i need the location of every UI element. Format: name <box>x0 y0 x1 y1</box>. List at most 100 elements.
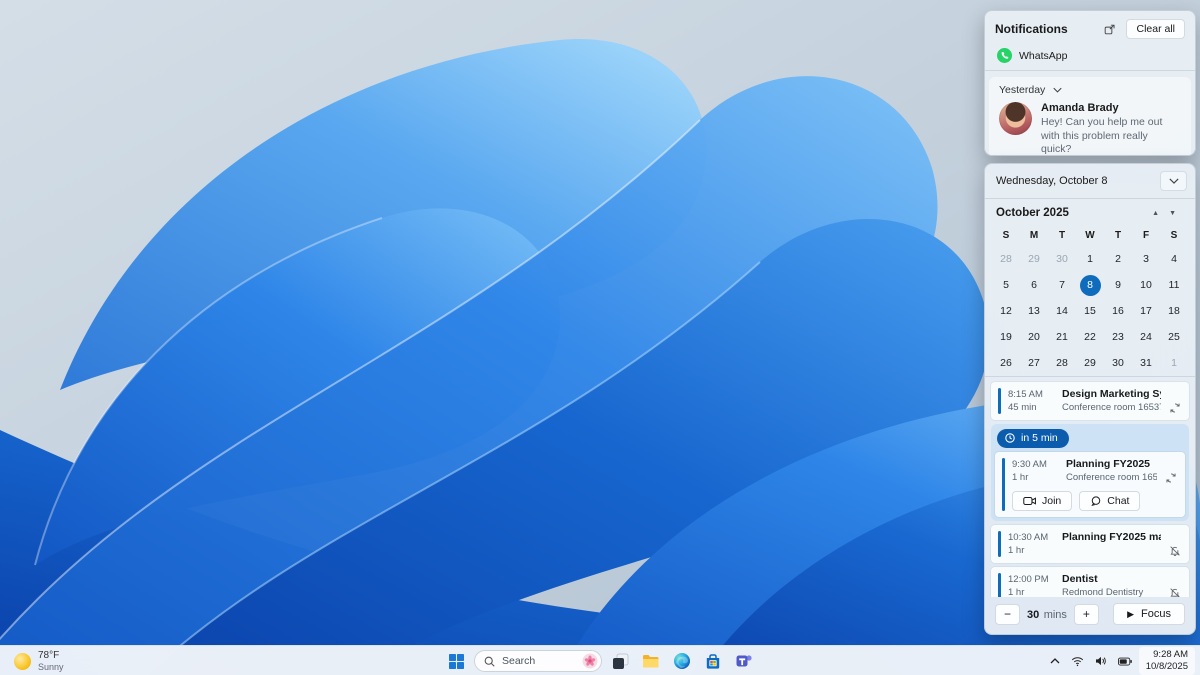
calendar-day-24[interactable]: 24 <box>1132 324 1160 350</box>
notification-settings-icon[interactable] <box>1100 20 1118 38</box>
month-next-icon[interactable]: ▼ <box>1164 208 1181 219</box>
agenda-duration: 1 hr <box>1008 545 1025 556</box>
calendar-day-3[interactable]: 3 <box>1132 246 1160 272</box>
weather-temp: 78°F <box>38 649 60 661</box>
calendar-day-23[interactable]: 23 <box>1104 324 1132 350</box>
tray-chevron-up-icon[interactable] <box>1046 654 1064 668</box>
calendar-day-29[interactable]: 29 <box>1076 350 1104 376</box>
calendar-day-10[interactable]: 10 <box>1132 272 1160 298</box>
agenda-title: Dentist <box>1062 573 1098 585</box>
calendar-day-21[interactable]: 21 <box>1048 324 1076 350</box>
calendar-day-25[interactable]: 25 <box>1160 324 1188 350</box>
notifications-header: Notifications Clear all <box>985 11 1195 45</box>
message-text: Hey! Can you help me out with this probl… <box>1041 116 1163 156</box>
calendar-day-16[interactable]: 16 <box>1104 298 1132 324</box>
calendar-day-1[interactable]: 1 <box>1076 246 1104 272</box>
calendar-day-31[interactable]: 31 <box>1132 350 1160 376</box>
calendar-month-label: October 2025 <box>996 207 1069 219</box>
clear-all-button[interactable]: Clear all <box>1126 19 1185 39</box>
calendar-day-13[interactable]: 13 <box>1020 298 1048 324</box>
calendar-day-20[interactable]: 20 <box>1020 324 1048 350</box>
notification-app-group[interactable]: WhatsApp <box>985 45 1195 70</box>
teams-button[interactable] <box>731 648 757 674</box>
calendar-day-4[interactable]: 4 <box>1160 246 1188 272</box>
focus-session-bar: − 30 mins + ▶ Focus <box>985 597 1195 634</box>
avatar <box>999 102 1032 135</box>
join-button[interactable]: Join <box>1012 491 1073 511</box>
calendar-grid: 28 29 30 1 2 3 4 5 6 7 8 9 10 11 12 13 14 15 16 17 18 19 20 21 2… <box>985 246 1195 376</box>
tray-date: 10/8/2025 <box>1145 661 1188 672</box>
sun-icon <box>14 652 31 670</box>
calendar-day-19[interactable]: 19 <box>992 324 1020 350</box>
camera-icon <box>1023 496 1037 506</box>
recurring-icon <box>1165 472 1177 484</box>
calendar-day-18[interactable]: 18 <box>1160 298 1188 324</box>
wifi-icon[interactable] <box>1067 652 1088 671</box>
edge-button[interactable] <box>669 648 695 674</box>
increase-duration-button[interactable]: + <box>1073 603 1099 625</box>
calendar-day-30[interactable]: 30 <box>1104 350 1132 376</box>
battery-icon[interactable] <box>1114 653 1136 670</box>
calendar-day-26[interactable]: 26 <box>992 350 1020 376</box>
tray-clock[interactable]: 9:28 AM 10/8/2025 <box>1138 646 1195 675</box>
notification-app-name: WhatsApp <box>1019 49 1068 62</box>
calendar-day-27[interactable]: 27 <box>1020 350 1048 376</box>
clock-icon <box>1004 432 1016 444</box>
agenda-duration: 1 hr <box>1008 587 1025 597</box>
calendar-day-22[interactable]: 22 <box>1076 324 1104 350</box>
desktop[interactable]: Notifications Clear all WhatsApp Yesterd… <box>0 0 1200 675</box>
calendar-dow: F <box>1142 229 1150 241</box>
taskbar: 78°F Sunny Search 9:28 AM 10/8/2025 <box>0 645 1200 675</box>
calendar-day-2[interactable]: 2 <box>1104 246 1132 272</box>
focus-duration-value: 30 <box>1027 609 1040 621</box>
notification-card[interactable]: Yesterday Amanda Brady Hey! Can you help… <box>989 77 1191 156</box>
agenda-item[interactable]: 10:30 AM Planning FY2025 marketing 1 hr <box>991 525 1189 563</box>
search-input[interactable]: Search <box>474 650 602 672</box>
file-explorer-button[interactable] <box>638 648 664 674</box>
weather-condition: Sunny <box>38 661 64 672</box>
tray-time: 9:28 AM <box>1153 648 1188 660</box>
start-button[interactable] <box>443 648 469 674</box>
calendar-day-9[interactable]: 9 <box>1104 272 1132 298</box>
agenda-location: Conference room 16537/AV <box>1066 472 1157 483</box>
calendar-day-17[interactable]: 17 <box>1132 298 1160 324</box>
calendar-day-6[interactable]: 6 <box>1020 272 1048 298</box>
calendar-dow: T <box>1114 229 1122 241</box>
calendar-day-7[interactable]: 7 <box>1048 272 1076 298</box>
agenda-item[interactable]: 8:15 AM Design Marketing Sync 45 min Confer… <box>991 382 1189 420</box>
calendar-day-14[interactable]: 14 <box>1048 298 1076 324</box>
play-icon: ▶ <box>1127 608 1135 619</box>
month-prev-icon[interactable]: ▲ <box>1147 208 1164 219</box>
calendar-day-1[interactable]: 1 <box>1160 350 1188 376</box>
calendar-day-8[interactable]: 8 <box>1076 272 1104 298</box>
message-sender: Amanda Brady <box>1041 102 1119 114</box>
calendar-dow: T <box>1058 229 1066 241</box>
focus-button-label: Focus <box>1141 608 1171 620</box>
whatsapp-icon <box>997 48 1012 63</box>
calendar-day-30[interactable]: 30 <box>1048 246 1076 272</box>
store-button[interactable] <box>700 648 726 674</box>
weather-widget[interactable]: 78°F Sunny <box>8 646 70 675</box>
agenda-time: 9:30 AM <box>1012 459 1047 470</box>
calendar-day-28[interactable]: 28 <box>1048 350 1076 376</box>
calendar-day-5[interactable]: 5 <box>992 272 1020 298</box>
notification-section-label: Yesterday <box>999 84 1046 96</box>
calendar-day-15[interactable]: 15 <box>1076 298 1104 324</box>
calendar-collapse-button[interactable] <box>1160 171 1187 191</box>
calendar-day-29[interactable]: 29 <box>1020 246 1048 272</box>
agenda-item[interactable]: 9:30 AM Planning FY2025 1 hr Conference roo… <box>995 452 1185 517</box>
volume-icon[interactable] <box>1091 652 1111 670</box>
chevron-down-icon[interactable] <box>1053 87 1062 93</box>
calendar-dow-row: SMTWTFS <box>985 224 1195 246</box>
chat-button[interactable]: Chat <box>1079 491 1141 511</box>
decrease-duration-button[interactable]: − <box>995 603 1020 625</box>
calendar-day-11[interactable]: 11 <box>1160 272 1188 298</box>
agenda-location: Conference room 16537/AV <box>1062 402 1161 413</box>
focus-button[interactable]: ▶ Focus <box>1113 603 1185 625</box>
agenda-item[interactable]: 12:00 PM Dentist 1 hr Redmond Dentistry <box>991 567 1189 597</box>
search-highlight-icon <box>582 653 598 669</box>
calendar-day-12[interactable]: 12 <box>992 298 1020 324</box>
agenda-time: 12:00 PM <box>1008 574 1049 585</box>
task-view-button[interactable] <box>607 648 633 674</box>
calendar-day-28[interactable]: 28 <box>992 246 1020 272</box>
